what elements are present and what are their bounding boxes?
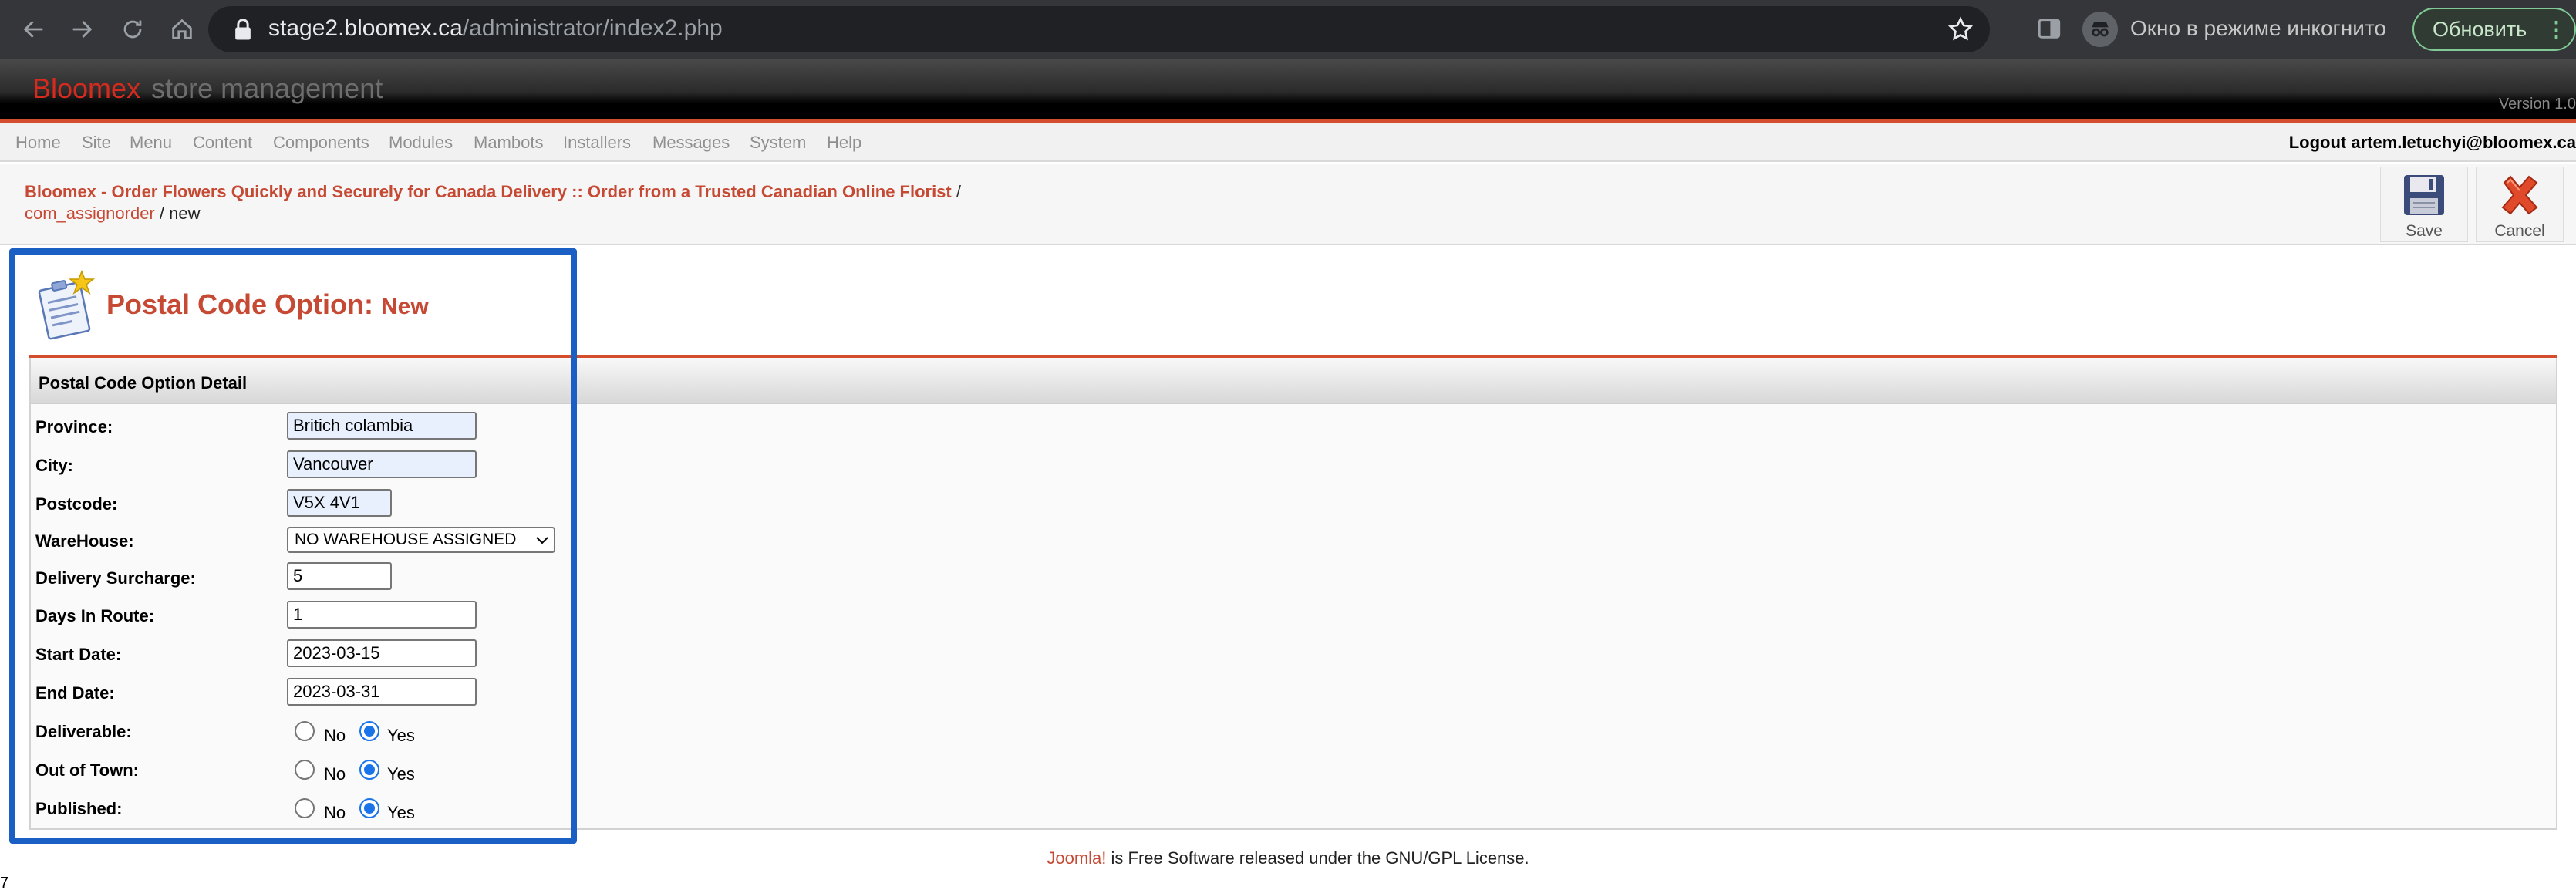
incognito-label: Окно в режиме инкогнито — [2130, 16, 2386, 40]
brand-suffix: store management — [151, 72, 383, 104]
arrow-left-icon — [23, 21, 43, 38]
home-icon — [172, 19, 192, 39]
breadcrumb-site-link[interactable]: Bloomex - Order Flowers Quickly and Secu… — [25, 182, 952, 201]
breadcrumb-separator: / — [956, 182, 962, 201]
save-label: Save — [2406, 222, 2443, 240]
arrow-right-icon — [72, 21, 93, 38]
incognito-icon[interactable] — [2082, 12, 2118, 47]
menu-item-components[interactable]: Components — [273, 133, 369, 153]
browser-toolbar: stage2.bloomex.ca/administrator/index2.p… — [0, 0, 2576, 59]
version-text: Version 1.0 — [2498, 96, 2576, 113]
breadcrumb-current: new — [169, 204, 201, 223]
corner-number: 7 — [0, 875, 9, 890]
menu-item-system[interactable]: System — [750, 133, 806, 153]
reload-icon — [123, 20, 142, 39]
footer: Joomla! is Free Software released under … — [0, 848, 2576, 868]
admin-menu: Home Site Menu Content Components Module… — [0, 123, 2576, 162]
logout-link[interactable]: Logout artem.letuchyi@bloomex.ca — [2289, 133, 2576, 153]
admin-header: Bloomex store management Version 1.0 — [0, 59, 2576, 119]
breadcrumb-component-link[interactable]: com_assignorder — [25, 204, 155, 223]
menu-item-installers[interactable]: Installers — [563, 133, 631, 153]
bookmark-star-icon[interactable] — [1947, 15, 1974, 43]
update-label: Обновить — [2433, 18, 2527, 41]
menu-item-menu[interactable]: Menu — [130, 133, 172, 153]
cancel-x-icon — [2501, 175, 2538, 215]
brand-name: Bloomex — [32, 72, 141, 104]
menu-item-site[interactable]: Site — [82, 133, 111, 153]
menu-item-content[interactable]: Content — [193, 133, 252, 153]
update-button[interactable]: Обновить ⋮ — [2412, 8, 2576, 51]
save-button[interactable]: Save — [2380, 167, 2468, 242]
cancel-label: Cancel — [2494, 222, 2545, 240]
floppy-disk-icon — [2404, 175, 2444, 215]
breadcrumb-line-2: com_assignorder / new — [25, 204, 200, 224]
more-menu-icon[interactable]: ⋮ — [2546, 9, 2567, 49]
reload-button[interactable] — [114, 11, 151, 48]
side-panel-icon[interactable] — [2036, 15, 2062, 42]
highlight-box — [9, 248, 577, 844]
breadcrumb: Bloomex - Order Flowers Quickly and Secu… — [25, 182, 961, 202]
menu-item-help[interactable]: Help — [827, 133, 861, 153]
address-bar[interactable]: stage2.bloomex.ca/administrator/index2.p… — [208, 6, 1990, 52]
menu-item-home[interactable]: Home — [15, 133, 61, 153]
license-text: is Free Software released under the GNU/… — [1111, 848, 1529, 868]
menu-item-modules[interactable]: Modules — [389, 133, 453, 153]
joomla-link[interactable]: Joomla! — [1047, 848, 1106, 868]
forward-button[interactable] — [63, 11, 100, 48]
brand-logo: Bloomex store management — [32, 72, 383, 105]
lock-icon — [235, 19, 251, 40]
menu-item-mambots[interactable]: Mambots — [474, 133, 543, 153]
breadcrumb-separator-2: / — [159, 204, 164, 223]
toolbar: Bloomex - Order Flowers Quickly and Secu… — [0, 164, 2576, 245]
menu-item-messages[interactable]: Messages — [652, 133, 730, 153]
back-button[interactable] — [15, 11, 52, 48]
home-button[interactable] — [164, 11, 201, 48]
url-text: stage2.bloomex.ca/administrator/index2.p… — [268, 15, 723, 41]
cancel-button[interactable]: Cancel — [2476, 167, 2564, 242]
